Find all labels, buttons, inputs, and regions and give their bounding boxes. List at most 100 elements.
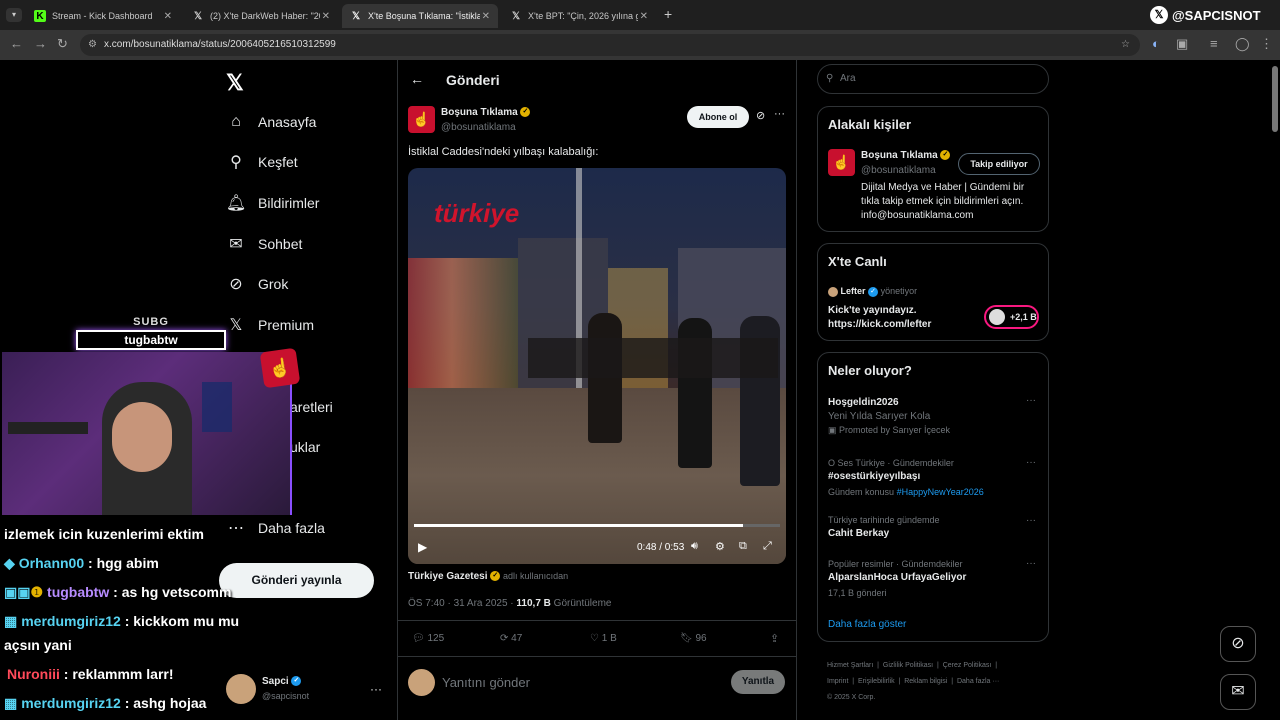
video-progress-track[interactable] xyxy=(414,524,780,527)
more-icon[interactable]: ··· xyxy=(774,108,785,120)
copyright: © 2025 X Corp. xyxy=(827,694,876,701)
close-icon[interactable]: ✕ xyxy=(322,11,330,22)
trend-item[interactable]: Hoşgeldin2026 Yeni Yılda Sarıyer Kola ▣ … xyxy=(828,397,1038,436)
like-action[interactable]: ♡ 1 B xyxy=(590,633,617,644)
author-name[interactable]: Boşuna Tıklama ✓ xyxy=(441,107,531,118)
media-icon[interactable]: ≡ xyxy=(1210,36,1218,51)
settings-icon[interactable]: ⚙ xyxy=(715,540,725,553)
reply-action[interactable]: 💬︎ 125 xyxy=(412,633,444,644)
show-more-link[interactable]: Daha fazla göster xyxy=(828,619,906,630)
nav-premium[interactable]: 𝕏 Premium xyxy=(226,311,314,339)
close-icon[interactable]: ✕ xyxy=(482,11,490,22)
x-icon: 𝕏 xyxy=(193,10,203,22)
trend-context: Türkiye tarihinde gündemde xyxy=(828,515,940,525)
new-tab-button[interactable]: + xyxy=(664,6,672,22)
messages-fab-icon[interactable]: ✉ xyxy=(1220,674,1256,710)
live-host[interactable]: Lefter ✓ yönetiyor xyxy=(828,286,917,297)
tab-darkweb[interactable]: 𝕏 (2) X'te DarkWeb Haber: "2025" ✕ xyxy=(184,4,338,28)
footer-links: Hizmet Şartları | Gizlilik Politikası | … xyxy=(827,662,1000,701)
footer-link[interactable]: Imprint xyxy=(827,678,848,685)
grok-icon[interactable]: ⊘ xyxy=(756,109,765,122)
live-text[interactable]: Kick'te yayındayız. https://kick.com/lef… xyxy=(828,304,958,332)
tab-title: X'te BPT: "Çin, 2026 yılına girdi xyxy=(528,11,638,21)
tab-search-button[interactable]: ▾ xyxy=(6,8,22,22)
tab-kick[interactable]: K Stream - Kick Dashboard ✕ xyxy=(26,4,180,28)
site-info-icon[interactable]: ⚙ xyxy=(88,34,97,56)
video-source[interactable]: Türkiye Gazetesi ✓ adlı kullanıcıdan xyxy=(408,571,568,582)
x-logo-icon[interactable]: 𝕏 xyxy=(226,70,244,96)
watermark-text: @SAPCISNOT xyxy=(1172,7,1261,23)
menu-icon[interactable]: ⋮ xyxy=(1260,36,1273,52)
footer-link[interactable]: Erişilebilirlik xyxy=(858,678,895,685)
chat-text: : ashg hojaa xyxy=(124,695,207,711)
following-button[interactable]: Takip ediliyor xyxy=(958,153,1040,175)
page-scrollbar[interactable] xyxy=(1272,66,1278,132)
nav-jobs-partial[interactable]: uklar xyxy=(290,433,320,461)
trend-sub: Yeni Yılda Sarıyer Kola xyxy=(828,411,931,422)
video-player[interactable]: türkiye ▶ 0:48 / 0:53 🔊︎ ⚙ ⧉ ⤢ xyxy=(408,168,786,564)
profile-avatar[interactable]: ☝ xyxy=(828,149,855,176)
tab-bosuna[interactable]: 𝕏 X'te Boşuna Tıklama: "İstiklal C ✕ xyxy=(342,4,498,28)
search-placeholder: Ara xyxy=(840,73,856,84)
nav-label: uklar xyxy=(290,439,321,455)
subscribe-button[interactable]: Abone ol xyxy=(687,106,749,128)
play-icon[interactable]: ▶ xyxy=(418,540,427,554)
trend-more-icon[interactable]: ··· xyxy=(1026,457,1036,468)
search-input[interactable]: ⚲ Ara xyxy=(817,64,1049,94)
url-field[interactable]: ⚙ x.com/bosunatiklama/status/20064052165… xyxy=(80,34,1140,56)
fullscreen-icon[interactable]: ⤢ xyxy=(763,540,772,553)
profile-name[interactable]: Boşuna Tıklama ✓ xyxy=(861,150,951,161)
puzzle-icon[interactable]: ▣ xyxy=(1176,36,1188,52)
forward-icon[interactable]: → xyxy=(34,36,47,51)
listener-count: +2,1 B xyxy=(1010,312,1037,322)
repost-action[interactable]: ⟳ 47 xyxy=(500,633,522,644)
close-icon[interactable]: ✕ xyxy=(164,11,172,22)
avatar[interactable] xyxy=(226,674,256,704)
reload-icon[interactable]: ↻ xyxy=(57,36,68,52)
nav-label: Daha fazla xyxy=(258,520,325,536)
reply-avatar xyxy=(408,669,435,696)
account-menu-icon[interactable]: ··· xyxy=(370,682,382,696)
nav-home[interactable]: ⌂ Anasayfa xyxy=(226,108,316,136)
pip-icon[interactable]: ⧉ xyxy=(739,540,747,553)
live-listeners[interactable]: +2,1 B xyxy=(984,305,1039,329)
close-icon[interactable]: ✕ xyxy=(640,11,648,22)
tab-bpt[interactable]: 𝕏 X'te BPT: "Çin, 2026 yılına girdi ✕ xyxy=(502,4,656,28)
footer-link[interactable]: Gizlilik Politikası xyxy=(883,662,933,669)
trend-more-icon[interactable]: ··· xyxy=(1026,558,1036,569)
footer-link[interactable]: Daha fazla ··· xyxy=(957,678,999,685)
profile-icon[interactable]: ◯ xyxy=(1235,36,1250,52)
nav-chat[interactable]: ✉ Sohbet xyxy=(226,230,302,258)
nav-grok[interactable]: ⊘ Grok xyxy=(226,270,288,298)
author-avatar[interactable]: ☝ xyxy=(408,106,435,133)
trend-item[interactable]: Türkiye tarihinde gündemde Cahit Berkay xyxy=(828,515,1038,539)
trend-item[interactable]: Popüler resimler · Gündemdekiler Alparsl… xyxy=(828,559,1038,598)
share-icon[interactable]: ⇪ xyxy=(770,632,779,645)
chat-user: Orhann00 xyxy=(18,555,85,571)
trend-hashtag[interactable]: #HappyNewYear2026 xyxy=(897,487,984,497)
bookmark-action[interactable]: 🔖︎ 96 xyxy=(680,633,707,644)
profile-bio: Dijital Medya ve Haber | Gündemi bir tık… xyxy=(861,182,1025,221)
reply-button[interactable]: Yanıtla xyxy=(731,670,785,694)
back-icon[interactable]: ← xyxy=(10,36,23,51)
trend-more-icon[interactable]: ··· xyxy=(1026,395,1036,406)
chat-text: : hgg abim xyxy=(88,555,159,571)
footer-link[interactable]: Reklam bilgisi xyxy=(904,678,947,685)
nav-explore[interactable]: ⚲ Keşfet xyxy=(226,148,298,176)
extension-icon[interactable]: ◐ xyxy=(1152,36,1160,51)
reply-input[interactable]: Yanıtını gönder xyxy=(442,675,530,690)
post-button[interactable]: Gönderi yayınla xyxy=(219,563,374,598)
star-icon[interactable]: ☆ xyxy=(1121,34,1130,56)
footer-link[interactable]: Hizmet Şartları xyxy=(827,662,873,669)
nav-more[interactable]: ⋯ Daha fazla xyxy=(226,514,325,542)
view-count: 110,7 B xyxy=(516,598,551,609)
nav-notifications[interactable]: 🔔︎ Bildirimler xyxy=(226,189,320,217)
back-arrow-icon[interactable]: ← xyxy=(410,71,424,87)
volume-icon[interactable]: 🔊︎ xyxy=(691,540,698,553)
footer-link[interactable]: Çerez Politikası xyxy=(943,662,992,669)
trend-more-icon[interactable]: ··· xyxy=(1026,515,1036,526)
nav-bookmarks-partial[interactable]: aretleri xyxy=(290,393,333,421)
trend-item[interactable]: O Ses Türkiye · Gündemdekiler #osestürki… xyxy=(828,458,1038,497)
grok-fab-icon[interactable]: ⊘ xyxy=(1220,626,1256,662)
chat-text: : kickkom mu mu xyxy=(124,613,240,629)
